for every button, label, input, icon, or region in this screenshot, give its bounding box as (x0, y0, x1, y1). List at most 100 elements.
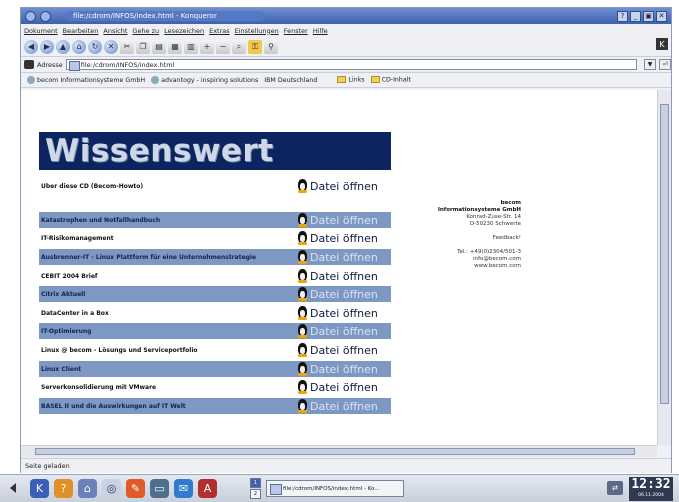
kde-menu-icon[interactable]: K (30, 479, 49, 498)
open-file-link[interactable]: Datei öffnen (297, 380, 378, 394)
print-preview-icon[interactable]: ▥ (184, 39, 198, 54)
clear-location-icon[interactable] (24, 60, 34, 69)
page-content: Wissenswert Über diese CD (Becom-Howto) D… (21, 90, 657, 445)
tux-icon (297, 306, 308, 320)
menu-ansicht[interactable]: Ansicht (103, 27, 127, 35)
clock-time: 12:32 (631, 477, 671, 492)
contact-company: becom (500, 200, 521, 206)
menu-einstellungen[interactable]: Einstellungen (235, 27, 279, 35)
search-icon[interactable]: ⚲ (264, 39, 278, 54)
bookmark-label: advantogy - inspiring solutions (161, 77, 259, 84)
document-title: BASEL II und die Auswirkungen auf IT Wel… (41, 402, 186, 410)
document-title: IT-Risikomanagement (41, 234, 114, 242)
help-center-icon[interactable]: ? (54, 479, 73, 498)
document-row: BASEL II und die Auswirkungen auf IT Wel… (39, 398, 391, 414)
status-bar: Seite geladen (21, 458, 671, 473)
bookmark-advantogy[interactable]: advantogy - inspiring solutions (151, 76, 258, 84)
tux-icon (297, 324, 308, 338)
acrobat-icon[interactable]: A (198, 479, 217, 498)
desktop-2-button[interactable]: 2 (250, 489, 261, 499)
document-title: CEBIT 2004 Brief (41, 272, 98, 280)
contact-email-link[interactable]: info@becom.com (413, 256, 521, 263)
sticky-icon[interactable] (40, 10, 51, 22)
document-row: Linux @ becom - Lösungs und Serviceportf… (39, 342, 391, 358)
address-input[interactable]: file:/cdrom/INFOS/index.html (65, 59, 637, 71)
page-banner: Wissenswert (39, 132, 391, 170)
document-row: DataCenter in a Box Datei öffnen (39, 305, 391, 321)
open-file-label: Datei öffnen (310, 343, 378, 357)
bookmark-ibm[interactable]: IBM Deutschland (264, 77, 317, 84)
bookmark-becom[interactable]: becom Informationsysteme GmbH (27, 76, 145, 84)
help-button[interactable]: ? (617, 10, 628, 22)
address-label: Adresse (37, 60, 63, 69)
mail-icon[interactable]: ✉ (174, 479, 193, 498)
open-file-label: Datei öffnen (310, 306, 378, 320)
tux-icon (297, 343, 308, 357)
up-icon[interactable]: ▲ (56, 39, 70, 54)
find-icon[interactable]: ⌕ (232, 39, 246, 54)
open-file-link[interactable]: Datei öffnen (297, 231, 378, 245)
menu-extras[interactable]: Extras (209, 27, 230, 35)
cut-icon[interactable]: ✂ (120, 39, 134, 54)
feedback-link[interactable]: Feedback! (413, 235, 521, 242)
reload-icon[interactable]: ↻ (88, 39, 102, 54)
forward-icon[interactable]: ▶ (40, 39, 54, 54)
open-file-link[interactable]: Datei öffnen (297, 269, 378, 283)
terminal-icon[interactable]: ▭ (150, 479, 169, 498)
menu-bearbeiten[interactable]: Bearbeiten (63, 27, 99, 35)
menu-dokument[interactable]: Dokument (24, 27, 58, 35)
scrollbar-thumb[interactable] (35, 448, 635, 455)
window-menu-icon[interactable] (25, 10, 36, 22)
security-lock-icon[interactable]: ⚿ (248, 39, 262, 54)
bookmark-folder-cd-inhalt[interactable]: CD-Inhalt (370, 76, 411, 84)
document-row: Serverkonsolidierung mit VMware Datei öff… (39, 379, 391, 395)
home-icon[interactable]: ⌂ (72, 39, 86, 54)
open-file-link[interactable]: Datei öffnen (297, 179, 378, 193)
maximize-button[interactable]: ▣ (643, 10, 654, 22)
desktop-1-button[interactable]: 1 (250, 478, 261, 488)
konqueror-icon[interactable]: ◎ (102, 479, 121, 498)
open-file-link[interactable]: Datei öffnen (297, 213, 378, 227)
zoom-in-icon[interactable]: + (200, 39, 214, 54)
close-button[interactable]: ✕ (656, 10, 667, 22)
open-file-link[interactable]: Datei öffnen (297, 250, 378, 264)
office-icon[interactable]: ✎ (126, 479, 145, 498)
document-title: Linux @ becom - Lösungs und Serviceportf… (41, 346, 198, 354)
open-file-link[interactable]: Datei öffnen (297, 399, 378, 413)
network-tray-icon[interactable]: ⇄ (607, 481, 623, 495)
back-icon[interactable]: ◀ (24, 39, 38, 54)
zoom-out-icon[interactable]: − (216, 39, 230, 54)
horizontal-scrollbar[interactable] (21, 445, 657, 457)
go-button[interactable]: ⏎ (659, 59, 671, 70)
scrollbar-thumb[interactable] (660, 104, 669, 404)
print-icon[interactable]: ▦ (168, 39, 182, 54)
bookmark-icon (151, 76, 160, 84)
banner-title: Wissenswert (45, 133, 274, 169)
desktop-pager: 1 2 (250, 478, 261, 499)
menu-fenster[interactable]: Fenster (284, 27, 308, 35)
minimize-button[interactable]: _ (630, 10, 641, 22)
title-bar[interactable]: file:/cdrom/INFOS/index.html - Konqueror… (21, 8, 671, 24)
menu-gehe-zu[interactable]: Gehe zu (132, 27, 159, 35)
stop-icon[interactable]: ✕ (104, 39, 118, 54)
copy-icon[interactable]: ❐ (136, 39, 150, 54)
clock[interactable]: 12:32 06.11.2004 (629, 477, 673, 501)
menu-lesezeichen[interactable]: Lesezeichen (164, 27, 204, 35)
bookmark-folder-links[interactable]: Links (337, 76, 365, 84)
open-file-link[interactable]: Datei öffnen (297, 343, 378, 357)
open-file-link[interactable]: Datei öffnen (297, 306, 378, 320)
open-file-link[interactable]: Datei öffnen (297, 324, 378, 338)
document-title: Serverkonsolidierung mit VMware (41, 383, 157, 391)
open-file-link[interactable]: Datei öffnen (297, 362, 378, 376)
tux-icon (297, 179, 308, 193)
open-file-link[interactable]: Datei öffnen (297, 287, 378, 301)
home-folder-icon[interactable]: ⌂ (78, 479, 97, 498)
address-dropdown-button[interactable]: ▼ (644, 59, 656, 70)
document-title: Über diese CD (Becom-Howto) (41, 182, 144, 190)
contact-web-link[interactable]: www.becom.com (413, 263, 521, 270)
vertical-scrollbar[interactable] (657, 90, 671, 445)
paste-icon[interactable]: ▤ (152, 39, 166, 54)
taskbar-collapse-icon[interactable] (10, 483, 16, 493)
menu-hilfe[interactable]: Hilfe (313, 27, 328, 35)
task-konqueror[interactable]: file:/cdrom/INFOS/index.html - Ko... (266, 480, 404, 497)
